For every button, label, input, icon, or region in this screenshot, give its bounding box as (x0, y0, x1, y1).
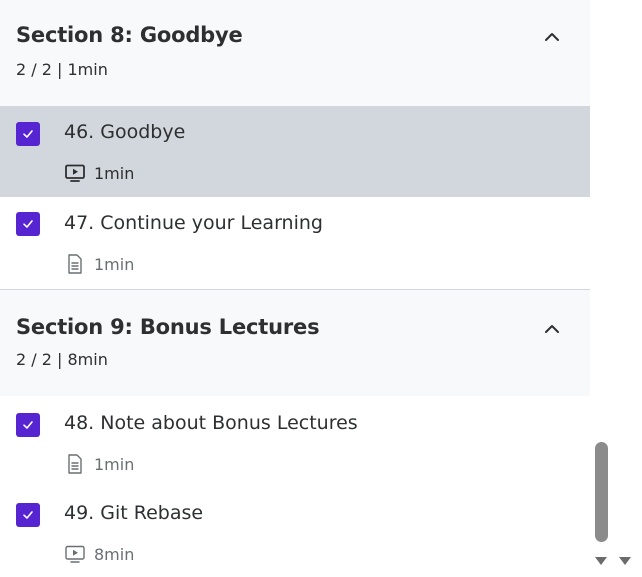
check-icon (23, 220, 33, 228)
scroll-down-arrow-icon[interactable] (593, 554, 609, 568)
document-icon (64, 453, 86, 475)
completed-checkbox[interactable] (16, 503, 40, 527)
section-title: Section 8: Goodbye (16, 23, 243, 47)
section-progress: 2 / 2 | 8min (16, 350, 108, 369)
check-icon (23, 130, 33, 138)
lecture-item-48[interactable]: 48. Note about Bonus Lectures 1min (0, 397, 590, 487)
lecture-duration: 1min (94, 254, 135, 274)
chevron-up-icon[interactable] (542, 27, 562, 47)
lecture-title: 47. Continue your Learning (64, 212, 323, 234)
completed-checkbox[interactable] (16, 122, 40, 146)
lecture-item-46[interactable]: 46. Goodbye 1min (0, 106, 590, 197)
lecture-duration: 1min (94, 454, 135, 474)
lecture-meta: 1min (64, 253, 134, 275)
document-icon (64, 253, 86, 275)
lecture-title: 49. Git Rebase (64, 502, 204, 524)
lecture-item-49[interactable]: 49. Git Rebase 8min (0, 487, 590, 577)
scroll-down-arrow-icon[interactable] (617, 554, 633, 568)
section-title: Section 9: Bonus Lectures (16, 315, 320, 339)
video-icon (64, 543, 86, 565)
course-content-panel: Section 8: Goodbye 2 / 2 | 1min 46. Good… (0, 0, 590, 577)
completed-checkbox[interactable] (16, 212, 40, 236)
completed-checkbox[interactable] (16, 413, 40, 437)
chevron-up-icon[interactable] (542, 319, 562, 339)
section-header-9[interactable]: Section 9: Bonus Lectures 2 / 2 | 8min (0, 289, 590, 396)
lecture-meta: 1min (64, 162, 134, 184)
check-icon (23, 511, 33, 519)
lecture-title: 48. Note about Bonus Lectures (64, 412, 358, 434)
video-icon (64, 162, 86, 184)
lecture-duration: 8min (94, 544, 135, 564)
section-progress: 2 / 2 | 1min (16, 60, 108, 79)
check-icon (23, 421, 33, 429)
lecture-duration: 1min (94, 163, 135, 183)
lecture-item-47[interactable]: 47. Continue your Learning 1min (0, 197, 590, 289)
scrollbar-thumb[interactable] (595, 442, 608, 542)
lecture-meta: 1min (64, 453, 134, 475)
lecture-meta: 8min (64, 543, 134, 565)
lecture-title: 46. Goodbye (64, 121, 186, 143)
section-header-8[interactable]: Section 8: Goodbye 2 / 2 | 1min (0, 0, 590, 106)
